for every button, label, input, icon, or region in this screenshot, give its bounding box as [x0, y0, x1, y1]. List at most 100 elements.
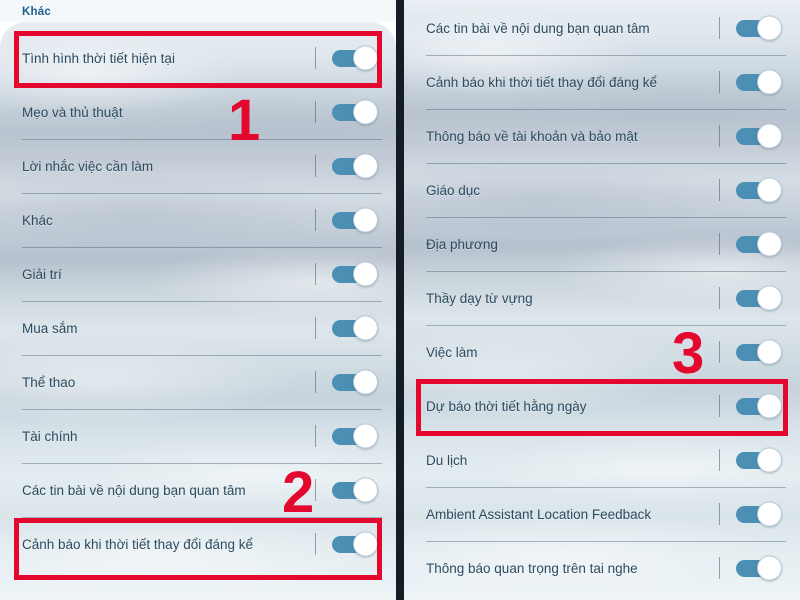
- row-separator-tick: [315, 101, 316, 123]
- settings-row-label: Cảnh báo khi thời tiết thay đổi đáng kể: [22, 536, 254, 552]
- settings-row[interactable]: Mua sắm: [0, 301, 396, 355]
- settings-row-label: Thông báo quan trọng trên tai nghe: [426, 560, 638, 576]
- toggle-knob: [757, 447, 782, 473]
- row-separator-tick: [315, 263, 316, 285]
- left-panel-header-strip: [0, 0, 396, 22]
- right-toggle-switch[interactable]: [736, 231, 782, 257]
- right-toggle-switch[interactable]: [736, 15, 782, 41]
- toggle-knob: [353, 369, 378, 395]
- settings-row-label: Du lịch: [426, 452, 468, 468]
- settings-row[interactable]: Các tin bài về nội dung bạn quan tâm: [0, 463, 396, 517]
- right-toggle-switch[interactable]: [736, 285, 782, 311]
- row-separator-tick: [719, 503, 720, 525]
- row-separator-tick: [719, 395, 720, 417]
- settings-row[interactable]: Giáo dục: [404, 163, 800, 217]
- left-toggle-switch[interactable]: [332, 45, 378, 71]
- settings-row-label: Tình hình thời tiết hiện tại: [22, 50, 175, 66]
- settings-row[interactable]: Cảnh báo khi thời tiết thay đổi đáng kể: [0, 517, 396, 571]
- row-separator-tick: [719, 233, 720, 255]
- toggle-knob: [757, 555, 782, 581]
- right-toggle-switch[interactable]: [736, 501, 782, 527]
- toggle-knob: [353, 315, 378, 341]
- settings-row-label: Địa phương: [426, 236, 498, 252]
- settings-row[interactable]: Thể thao: [0, 355, 396, 409]
- settings-row-label: Ambient Assistant Location Feedback: [426, 506, 652, 522]
- toggle-knob: [353, 531, 378, 557]
- toggle-knob: [757, 15, 782, 41]
- left-toggle-switch[interactable]: [332, 99, 378, 125]
- toggle-knob: [353, 423, 378, 449]
- right-settings-list: Các tin bài về nội dung bạn quan tâm Cảnh…: [404, 1, 800, 595]
- right-toggle-switch[interactable]: [736, 555, 782, 581]
- right-toggle-switch[interactable]: [736, 393, 782, 419]
- settings-row[interactable]: Giải trí: [0, 247, 396, 301]
- toggle-knob: [757, 69, 782, 95]
- left-toggle-switch[interactable]: [332, 207, 378, 233]
- annotation-marker-3: 3: [672, 321, 704, 386]
- left-toggle-switch[interactable]: [332, 423, 378, 449]
- row-separator-tick: [315, 317, 316, 339]
- settings-row[interactable]: Ambient Assistant Location Feedback: [404, 487, 800, 541]
- screenshot-stage: Khác Tình hình thời tiết hiện tại Mẹo và …: [0, 0, 800, 600]
- settings-row-label: Cảnh báo khi thời tiết thay đổi đáng kể: [426, 74, 658, 90]
- left-toggle-switch[interactable]: [332, 153, 378, 179]
- left-toggle-switch[interactable]: [332, 315, 378, 341]
- row-separator-tick: [719, 287, 720, 309]
- settings-row[interactable]: Thông báo quan trọng trên tai nghe: [404, 541, 800, 595]
- toggle-knob: [353, 99, 378, 125]
- toggle-knob: [757, 123, 782, 149]
- row-separator-tick: [315, 371, 316, 393]
- toggle-knob: [757, 177, 782, 203]
- settings-row[interactable]: Tình hình thời tiết hiện tại: [0, 31, 396, 85]
- settings-row[interactable]: Tài chính: [0, 409, 396, 463]
- right-toggle-switch[interactable]: [736, 69, 782, 95]
- toggle-knob: [757, 393, 782, 419]
- row-separator-tick: [315, 425, 316, 447]
- toggle-knob: [353, 261, 378, 287]
- row-separator-tick: [315, 533, 316, 555]
- settings-row[interactable]: Các tin bài về nội dung bạn quan tâm: [404, 1, 800, 55]
- left-toggle-switch[interactable]: [332, 531, 378, 557]
- settings-row-label: Thể thao: [22, 374, 76, 390]
- left-screenshot-panel: Khác Tình hình thời tiết hiện tại Mẹo và …: [0, 0, 396, 600]
- row-separator-tick: [719, 341, 720, 363]
- settings-row[interactable]: Du lịch: [404, 433, 800, 487]
- left-toggle-switch[interactable]: [332, 369, 378, 395]
- right-toggle-switch[interactable]: [736, 447, 782, 473]
- settings-row[interactable]: Lời nhắc việc cần làm: [0, 139, 396, 193]
- row-separator-tick: [719, 179, 720, 201]
- settings-row-label: Mẹo và thủ thuật: [22, 104, 123, 120]
- settings-row[interactable]: Thông báo về tài khoản và bảo mật: [404, 109, 800, 163]
- settings-row[interactable]: Cảnh báo khi thời tiết thay đổi đáng kể: [404, 55, 800, 109]
- section-header-khac: Khác: [22, 6, 51, 18]
- settings-row[interactable]: Khác: [0, 193, 396, 247]
- settings-row[interactable]: Việc làm: [404, 325, 800, 379]
- settings-row[interactable]: Địa phương: [404, 217, 800, 271]
- settings-row[interactable]: Mẹo và thủ thuật: [0, 85, 396, 139]
- settings-row[interactable]: Thầy dạy từ vựng: [404, 271, 800, 325]
- right-toggle-switch[interactable]: [736, 177, 782, 203]
- annotation-marker-1: 1: [228, 88, 260, 153]
- settings-row-label: Dự báo thời tiết hằng ngày: [426, 398, 587, 414]
- row-separator-tick: [315, 209, 316, 231]
- left-toggle-switch[interactable]: [332, 477, 378, 503]
- settings-row-label: Các tin bài về nội dung bạn quan tâm: [22, 482, 246, 498]
- annotation-marker-2: 2: [282, 460, 314, 525]
- settings-row[interactable]: Dự báo thời tiết hằng ngày: [404, 379, 800, 433]
- toggle-knob: [757, 231, 782, 257]
- toggle-knob: [353, 477, 378, 503]
- toggle-knob: [353, 153, 378, 179]
- toggle-knob: [757, 501, 782, 527]
- settings-row-label: Lời nhắc việc cần làm: [22, 158, 154, 174]
- left-toggle-switch[interactable]: [332, 261, 378, 287]
- row-separator-tick: [315, 479, 316, 501]
- right-toggle-switch[interactable]: [736, 123, 782, 149]
- settings-row-label: Các tin bài về nội dung bạn quan tâm: [426, 20, 650, 36]
- left-settings-list: Tình hình thời tiết hiện tại Mẹo và thủ t…: [0, 31, 396, 571]
- right-toggle-switch[interactable]: [736, 339, 782, 365]
- row-separator-tick: [315, 47, 316, 69]
- toggle-knob: [757, 285, 782, 311]
- row-separator-tick: [719, 449, 720, 471]
- panel-divider: [396, 0, 404, 600]
- settings-row-label: Thông báo về tài khoản và bảo mật: [426, 128, 638, 144]
